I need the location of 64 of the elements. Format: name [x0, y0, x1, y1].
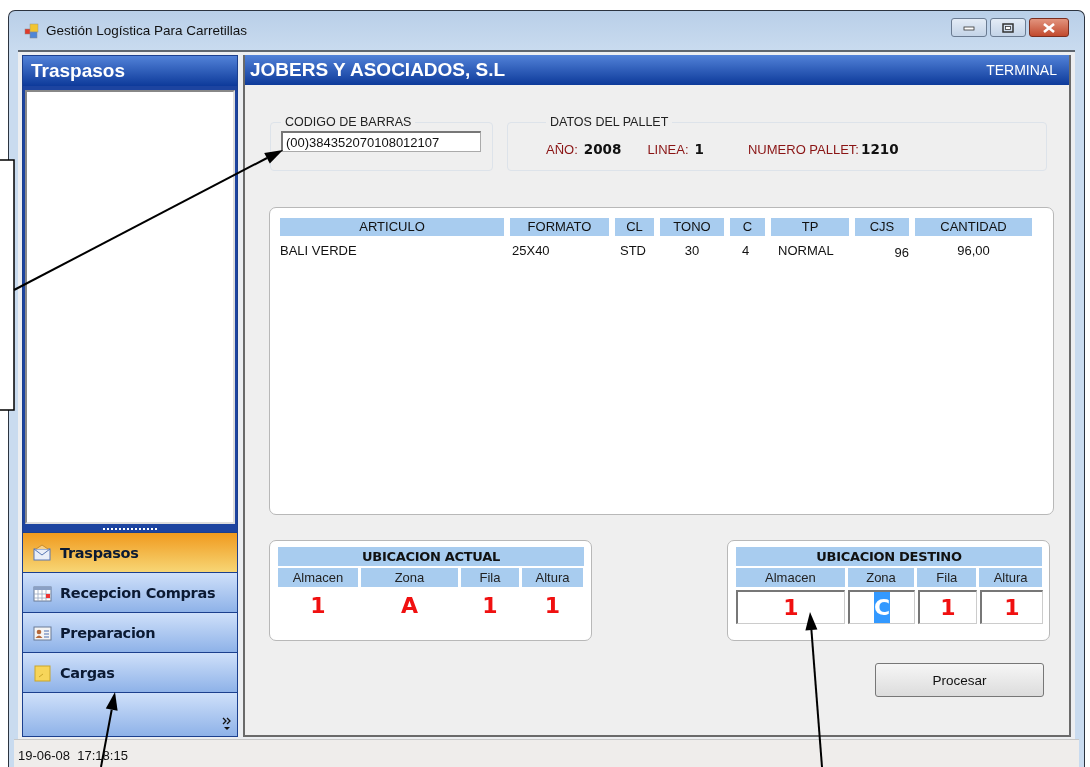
app-icon [24, 22, 39, 39]
panel-title: Traspasos [23, 56, 237, 86]
table-cell-text: BALI VERDE [280, 242, 358, 260]
group-label: CODIGO DE BARRAS [284, 115, 413, 129]
location-field[interactable]: 1 [736, 590, 845, 624]
table-cell-text: NORMAL [777, 242, 835, 260]
column-header: Almacen [278, 568, 358, 587]
column-header: TP [771, 218, 849, 236]
column-header: TONO [660, 218, 724, 236]
location-field[interactable]: 1 [980, 590, 1043, 624]
overflow-menu-icon [222, 717, 231, 731]
column-header: Almacen [736, 568, 845, 587]
field-label: NUMERO PALLET: [747, 141, 859, 157]
column-header: CJS [855, 218, 909, 236]
field-label: LINEA: [647, 141, 689, 157]
table-cell-text: 4 [741, 242, 751, 260]
barcode-field[interactable]: (00)384352070108012107 [281, 131, 481, 152]
column-header: Fila [917, 568, 977, 587]
nav-item[interactable]: Cargas [23, 652, 237, 692]
splitter-grip [101, 525, 159, 531]
column-header: FORMATO [510, 218, 609, 236]
minimize-icon [963, 24, 975, 31]
field-value: 1210 [861, 140, 899, 157]
maximize-button[interactable] [990, 18, 1026, 37]
process-button[interactable]: Procesar [875, 663, 1044, 697]
location-field[interactable]: 1 [918, 590, 977, 624]
minimize-button[interactable] [951, 18, 987, 37]
table-cell-text: STD [619, 242, 647, 260]
location-value: 1 [481, 592, 499, 620]
location-value: 1 [309, 592, 327, 620]
location-value: A [400, 592, 419, 620]
contact-card-icon [33, 623, 52, 642]
nav-item[interactable]: Traspasos [23, 532, 237, 572]
note-icon [33, 663, 52, 682]
table-cell-text: 25X40 [511, 242, 551, 260]
close-button[interactable] [1029, 18, 1069, 37]
column-header: Zona [847, 568, 915, 587]
table-cell-text: 96,00 [956, 242, 991, 260]
nav-item[interactable]: Recepcion Compras [23, 572, 237, 612]
maximize-icon [1002, 22, 1014, 33]
field-label: AÑO: [546, 141, 578, 157]
column-header: Altura [979, 568, 1042, 587]
terminal-label: TERMINAL [986, 62, 1057, 78]
close-icon [1042, 22, 1056, 33]
field-value: 2008 [583, 140, 622, 157]
table-cell-text: 96 [893, 244, 909, 262]
location-value: 1 [543, 592, 562, 620]
section-title: UBICACION DESTINO [736, 547, 1042, 566]
group-label: DATOS DEL PALLET [549, 115, 670, 129]
column-header: CL [615, 218, 654, 236]
column-header: Zona [361, 568, 458, 587]
nav-item[interactable]: Preparacion [23, 612, 237, 652]
section-title: UBICACION ACTUAL [278, 547, 584, 566]
calendar-icon [33, 583, 52, 602]
column-header: C [730, 218, 765, 236]
field-value: 1 [694, 140, 704, 157]
column-header: Altura [522, 568, 583, 587]
column-header: ARTICULO [280, 218, 504, 236]
table-cell-text: 30 [683, 242, 701, 260]
envelope-icon [33, 543, 52, 562]
company-name: JOBERS Y ASOCIADOS, S.L [250, 59, 506, 81]
column-header: CANTIDAD [915, 218, 1032, 236]
column-header: Fila [461, 568, 519, 587]
window-title: Gestión Logística Para Carretillas [46, 23, 249, 38]
